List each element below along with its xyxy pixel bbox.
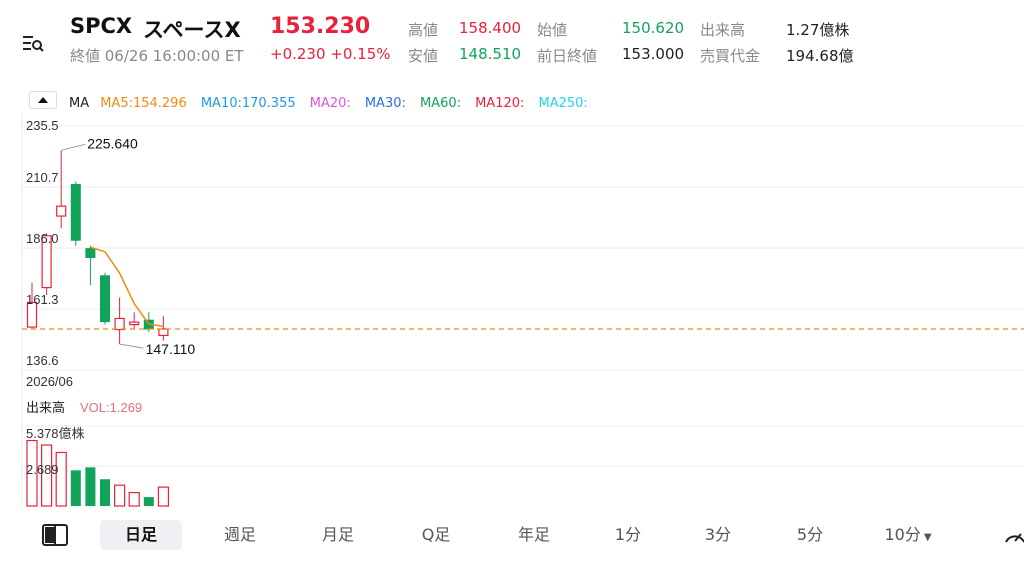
- ma120-value: MA120:: [475, 96, 525, 111]
- stock-name: スペースX: [143, 18, 241, 42]
- candlestick-chart[interactable]: 225.640 147.110 235.5 210.7 186.0 161.3 136.6…: [0, 112, 1024, 508]
- ma250-value: MA250:: [538, 96, 588, 111]
- x-axis-date-label: 2026/06: [26, 374, 73, 389]
- price-change: +0.230 +0.15%: [270, 45, 391, 63]
- annotation-group: 225.640 147.110: [61, 135, 195, 357]
- menu-search-icon[interactable]: [22, 34, 44, 52]
- caret-down-icon: ▼: [923, 532, 932, 543]
- caret-up-icon: [38, 97, 48, 103]
- volume-bar-down: [85, 467, 96, 506]
- candle-body-down: [100, 275, 110, 323]
- volume-axis-mid-label: 2.689: [26, 462, 59, 477]
- price-axis-label: 136.6: [26, 353, 59, 368]
- current-price: 153.230: [270, 14, 371, 39]
- price-axis-label: 235.5: [26, 118, 59, 133]
- axis-labels-group: 235.5 210.7 186.0 161.3 136.6 2026/06 出来高 VOL:1…: [26, 118, 142, 477]
- open-value: 150.620: [622, 19, 685, 37]
- close-timestamp: 終値 06/26 16:00:00 ET: [70, 47, 244, 65]
- min-price-leader: [119, 343, 144, 349]
- ma20-value: MA20:: [309, 96, 351, 111]
- volume-bar-down: [70, 470, 81, 506]
- volume-bar-up: [113, 484, 126, 507]
- volume-value: 1.27億株: [786, 21, 850, 39]
- candle-body-up: [56, 205, 67, 217]
- tab-daily[interactable]: 日足: [100, 520, 182, 550]
- low-value: 148.510: [459, 45, 522, 63]
- prev-close-label: 前日終値: [537, 47, 598, 65]
- min-price-label: 147.110: [146, 341, 196, 357]
- candle-body-down: [70, 183, 81, 241]
- tab-10min[interactable]: 10分 ▼: [870, 520, 946, 550]
- ma5-value: MA5:154.296: [100, 96, 187, 111]
- tab-10min-label: 10分: [884, 525, 921, 544]
- candle-body-down: [85, 248, 96, 258]
- high-value: 158.400: [459, 19, 522, 37]
- open-label: 始値: [537, 21, 568, 39]
- tab-weekly[interactable]: 週足: [202, 520, 278, 550]
- price-axis-label: 210.7: [26, 170, 59, 185]
- volume-bar-up: [157, 486, 169, 507]
- tab-monthly[interactable]: 月足: [300, 520, 376, 550]
- ma30-value: MA30:: [364, 96, 406, 111]
- candle-body-up: [158, 328, 169, 337]
- tab-quarterly[interactable]: Q足: [398, 520, 474, 550]
- high-label: 高値: [408, 21, 439, 39]
- volume-indicator-text: VOL:1.269: [80, 400, 142, 415]
- timeframe-tabbar: 日足 週足 月足 Q足 年足 1分 3分 5分 10分 ▼: [0, 512, 1024, 556]
- candle-body-up: [129, 321, 140, 326]
- gauge-icon[interactable]: [1004, 524, 1024, 546]
- prev-close-value: 153.000: [622, 45, 685, 63]
- ma-indicator-row[interactable]: MA MA5:154.296 MA10:170.355 MA20: MA30: …: [69, 92, 597, 111]
- panel-layout-icon[interactable]: [42, 524, 68, 546]
- ma10-value: MA10:170.355: [200, 96, 296, 111]
- volume-bar-up: [128, 492, 140, 507]
- price-axis-label: 161.3: [26, 292, 59, 307]
- tab-3min[interactable]: 3分: [680, 520, 756, 550]
- ma60-value: MA60:: [419, 96, 461, 111]
- chart-grid: [21, 112, 1024, 506]
- low-label: 安値: [408, 47, 439, 65]
- tab-1min[interactable]: 1分: [590, 520, 666, 550]
- volume-label: 出来高: [700, 21, 746, 39]
- candle-body-up: [114, 317, 125, 331]
- tab-yearly[interactable]: 年足: [496, 520, 572, 550]
- max-price-leader: [61, 143, 86, 151]
- volume-axis-max-label: 5.378億株: [26, 426, 85, 441]
- volume-bar-down: [143, 497, 154, 506]
- turnover-value: 194.68億: [786, 47, 854, 65]
- price-axis-label: 186.0: [26, 231, 59, 246]
- ticker-symbol: SPCX: [70, 14, 133, 38]
- turnover-label: 売買代金: [700, 47, 761, 65]
- volume-bar-down: [100, 479, 110, 506]
- ma-label: MA: [69, 96, 90, 111]
- ma-collapse-button[interactable]: [29, 91, 57, 109]
- max-price-label: 225.640: [87, 135, 138, 151]
- volume-bar-up: [55, 451, 67, 507]
- tab-5min[interactable]: 5分: [772, 520, 848, 550]
- volume-label: 出来高: [26, 400, 65, 415]
